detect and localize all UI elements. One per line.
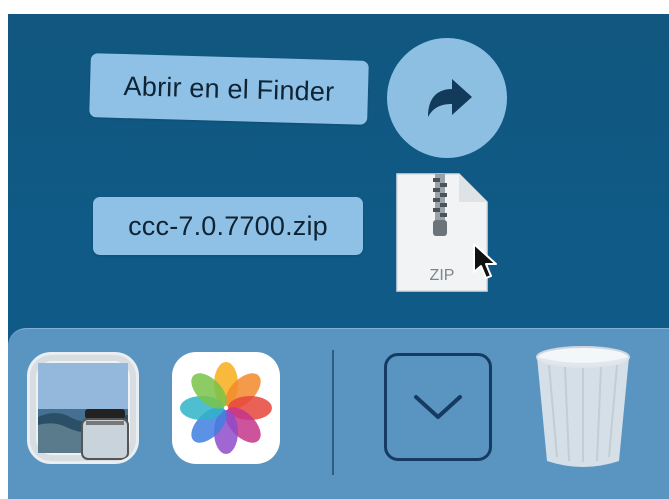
preview-app-icon[interactable] (27, 352, 139, 464)
share-arrow-icon (428, 79, 472, 117)
preview-artwork (36, 361, 130, 460)
mouse-pointer-icon (473, 243, 497, 279)
chevron-down-icon (414, 395, 462, 419)
open-in-finder-text: Abrir en el Finder (123, 70, 335, 107)
downloads-stack[interactable] (384, 353, 492, 461)
zip-type-label: ZIP (430, 267, 455, 284)
open-in-finder-button[interactable] (387, 38, 507, 158)
dock-separator (332, 350, 334, 475)
dragged-file-name: ccc-7.0.7700.zip (128, 210, 328, 241)
photos-app-icon[interactable] (172, 352, 280, 464)
dragged-file-name-label: ccc-7.0.7700.zip (93, 197, 363, 255)
photos-flower (180, 362, 272, 454)
open-in-finder-label: Abrir en el Finder (89, 53, 369, 125)
trash-icon[interactable] (531, 345, 635, 470)
